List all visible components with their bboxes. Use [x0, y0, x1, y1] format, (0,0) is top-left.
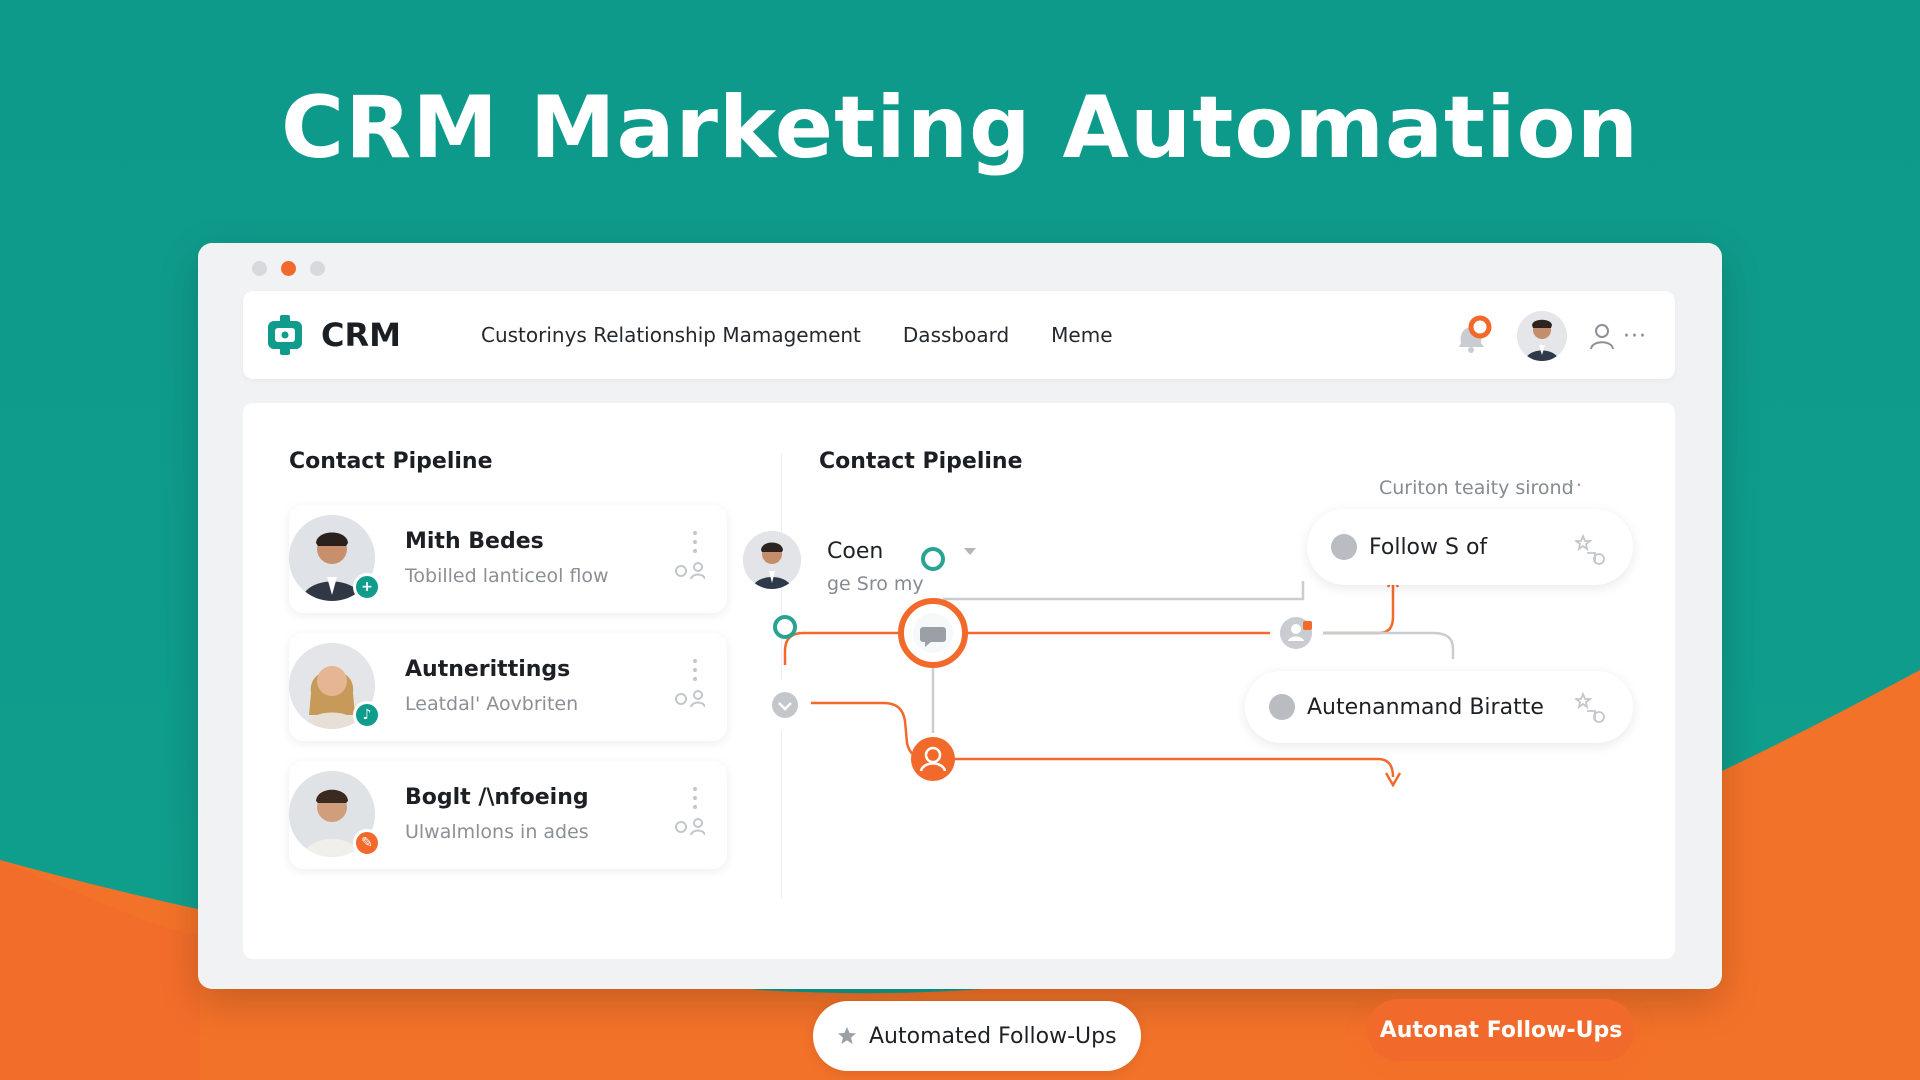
person-node: [911, 737, 955, 781]
connector-line: [1323, 579, 1395, 635]
top-navigation-bar: CRM Custorinys Relationship Mamagement D…: [243, 291, 1675, 379]
app-window: CRM Custorinys Relationship Mamagement D…: [198, 243, 1722, 1071]
app-logo[interactable]: CRM: [265, 313, 401, 357]
avatar-portrait-icon: [1517, 311, 1568, 361]
chevron-down-icon: [772, 692, 798, 718]
hero-title: CRM Marketing Automation: [281, 78, 1639, 178]
chat-bubble-icon: [1331, 534, 1357, 560]
workflow-tool-icon[interactable]: [1575, 691, 1607, 723]
topbar-actions: ···: [1451, 311, 1647, 361]
crm-logo-icon: [268, 315, 302, 355]
window-minimize-dot[interactable]: [281, 261, 296, 276]
avatar[interactable]: [743, 531, 801, 589]
main-nav: Custorinys Relationship Mamagement Dassb…: [481, 323, 1113, 347]
main-panel: Contact Pipeline + Mith Bedes Tobilled l…: [243, 403, 1675, 1071]
autenanmand-label: Autenanmand Biratte: [1307, 694, 1544, 720]
user-icon[interactable]: [1587, 321, 1617, 351]
user-avatar[interactable]: [1517, 311, 1568, 361]
nav-item-crm[interactable]: Custorinys Relationship Mamagement: [481, 323, 861, 347]
selected-contact-name: Coen: [827, 539, 884, 564]
logo-text: CRM: [321, 316, 401, 354]
nav-item-meme[interactable]: Meme: [1051, 323, 1112, 347]
person-icon: [1291, 624, 1301, 634]
autonat-follow-ups-button[interactable]: Autonat Follow-Ups: [1367, 999, 1635, 1061]
avatar-portrait-icon: [743, 531, 801, 589]
automated-follow-ups-node[interactable]: Automated Follow-Ups: [813, 1001, 1141, 1071]
window-controls: [252, 261, 325, 276]
automated-follow-ups-label: Automated Follow-Ups: [869, 1023, 1117, 1049]
chevron-down-icon[interactable]: [963, 547, 977, 557]
connector-line: [953, 757, 1395, 778]
notification-bell-icon[interactable]: [1451, 313, 1497, 359]
teal-node: [773, 615, 797, 639]
more-menu-icon[interactable]: ···: [1623, 324, 1647, 349]
connector-line: [943, 581, 1305, 601]
workflow-tool-icon[interactable]: [1575, 533, 1607, 565]
autenanmand-node[interactable]: Autenanmand Biratte: [1245, 671, 1633, 743]
chat-bubble-icon: [1269, 694, 1295, 720]
teal-node: [921, 547, 945, 571]
window-maximize-dot[interactable]: [310, 261, 325, 276]
star-icon: [838, 1027, 856, 1044]
follow-node[interactable]: Follow S of: [1307, 509, 1633, 585]
connector-line: [783, 631, 913, 665]
nav-item-dashboard[interactable]: Dassboard: [903, 323, 1009, 347]
connector-line: [1323, 631, 1455, 659]
window-close-dot[interactable]: [252, 261, 267, 276]
selected-contact-subtitle: ge Sro my: [827, 573, 924, 595]
follow-label: Follow S of: [1369, 534, 1488, 560]
